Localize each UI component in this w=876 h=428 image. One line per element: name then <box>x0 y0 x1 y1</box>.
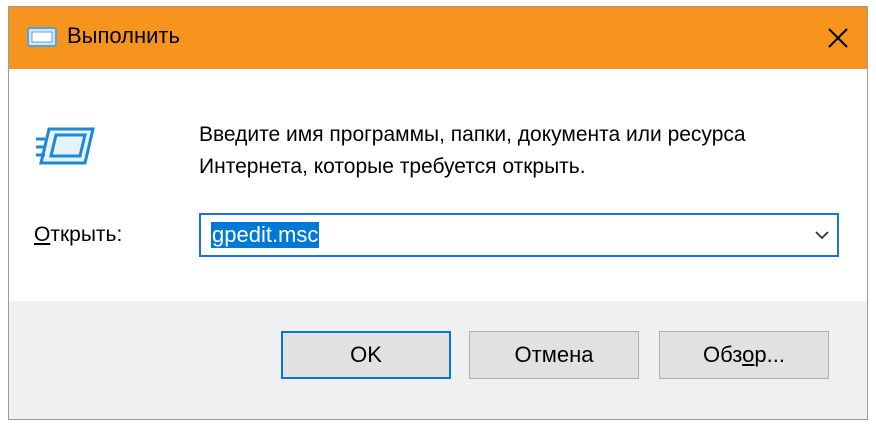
chevron-down-icon[interactable] <box>813 227 831 243</box>
run-dialog: Выполнить Введите имя программы, папки, … <box>8 6 868 420</box>
close-icon <box>828 28 848 48</box>
cancel-button-label: Отмена <box>514 342 594 367</box>
cancel-button[interactable]: Отмена <box>469 331 639 379</box>
ok-button-label: OK <box>350 342 382 367</box>
ok-button[interactable]: OK <box>281 331 451 379</box>
browse-label-part2: р... <box>754 342 785 367</box>
browse-label-part1: Обз <box>703 342 743 367</box>
open-label-rest: ткрыть: <box>50 223 123 246</box>
run-program-icon <box>36 127 95 165</box>
open-label: Открыть: <box>34 223 122 247</box>
title-bar: Выполнить <box>9 7 867 69</box>
close-button[interactable] <box>809 7 867 69</box>
window-title: Выполнить <box>67 23 180 48</box>
button-bar: OK Отмена Обзор... <box>9 301 867 419</box>
run-dialog-icon <box>27 27 57 47</box>
browse-button[interactable]: Обзор... <box>659 331 829 379</box>
open-input-value[interactable]: gpedit.msc <box>211 222 320 248</box>
open-combobox[interactable]: gpedit.msc <box>199 213 839 257</box>
open-label-accel: О <box>34 223 51 246</box>
browse-button-label: Обзор... <box>703 342 785 368</box>
dialog-content: Введите имя программы, папки, документа … <box>9 69 867 301</box>
instructions-text: Введите имя программы, папки, документа … <box>199 123 746 178</box>
browse-label-accel: о <box>742 342 755 367</box>
